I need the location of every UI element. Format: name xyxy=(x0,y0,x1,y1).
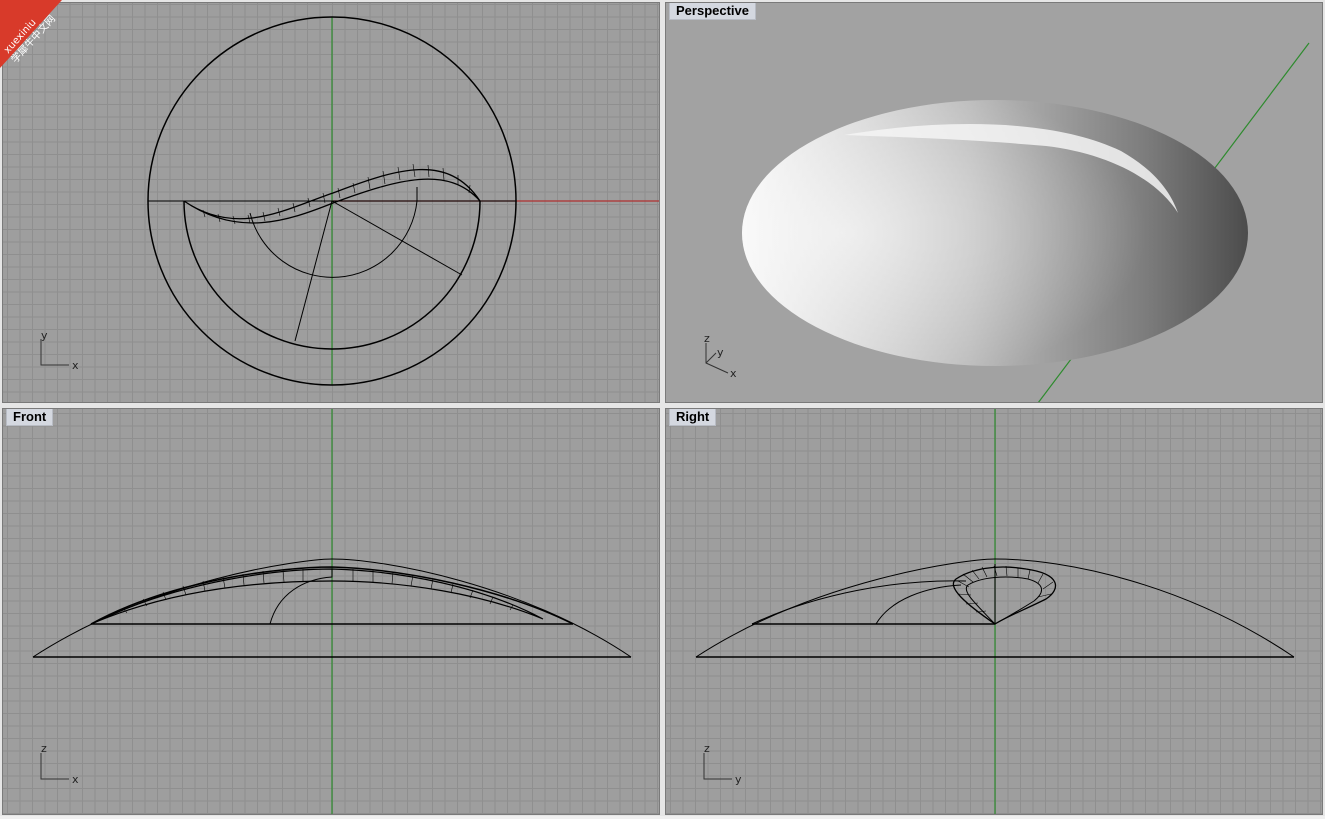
front-small-arc xyxy=(269,569,333,625)
right-gizmo xyxy=(703,753,732,780)
perspective-axis-z: z xyxy=(704,332,710,345)
viewport-right[interactable]: Right z y xyxy=(665,408,1323,815)
front-gizmo xyxy=(40,753,69,780)
top-view-canvas: y x xyxy=(40,16,659,386)
front-axis-z: z xyxy=(41,742,47,755)
right-small-arc xyxy=(875,584,962,625)
perspective-axis-y: y xyxy=(717,346,724,359)
axis-label-y: y xyxy=(41,329,48,342)
viewport-perspective[interactable]: Perspective z y x xyxy=(665,2,1323,403)
viewport-title-right[interactable]: Right xyxy=(669,409,717,426)
axis-label-x: x xyxy=(72,359,79,372)
right-axis-y: y xyxy=(735,773,742,786)
front-hatch xyxy=(122,569,514,614)
right-axis-z: z xyxy=(704,742,710,755)
front-axis-x: x xyxy=(72,773,79,786)
axis-gizmo xyxy=(40,339,69,366)
right-view-canvas: z y xyxy=(695,409,1295,814)
s-curve-hatch xyxy=(202,163,471,225)
perspective-axis-x: x xyxy=(730,367,737,380)
viewport-title-front[interactable]: Front xyxy=(6,409,54,426)
front-view-canvas: z x xyxy=(32,409,632,814)
front-hatched-band xyxy=(90,568,544,625)
perspective-canvas: z y x xyxy=(704,42,1310,402)
watermark-badge: xuexiniu 学犀牛中文网 xyxy=(0,0,78,78)
right-inner-profile xyxy=(751,580,967,625)
radial-line-2 xyxy=(331,200,463,276)
right-teardrop-inner xyxy=(965,576,1042,625)
viewport-title-perspective[interactable]: Perspective xyxy=(669,3,756,20)
viewport-front[interactable]: Front z x xyxy=(2,408,660,815)
right-hatch xyxy=(957,565,1054,613)
viewport-top[interactable]: y x xyxy=(2,2,660,403)
